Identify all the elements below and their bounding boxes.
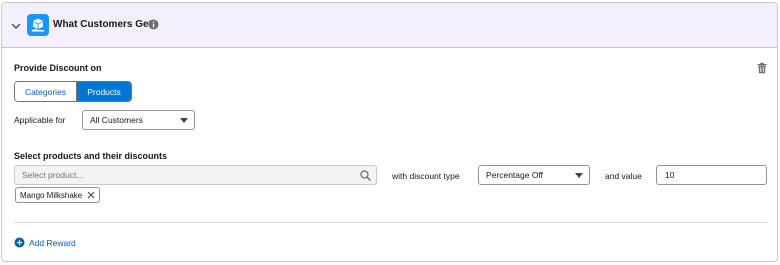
applicable-for-select[interactable]: All Customers xyxy=(82,110,195,130)
value-label: and value xyxy=(605,171,642,181)
select-products-title: Select products and their discounts xyxy=(14,151,168,161)
add-circle-icon xyxy=(14,237,25,248)
tab-products[interactable]: Products xyxy=(77,82,131,101)
search-icon[interactable] xyxy=(360,170,371,181)
product-box-icon xyxy=(27,14,49,36)
applicable-for-label: Applicable for xyxy=(14,115,66,125)
discount-type-value: Percentage Off xyxy=(486,170,544,180)
trash-icon[interactable] xyxy=(756,62,768,74)
product-search xyxy=(14,165,377,185)
discount-type-select[interactable]: Percentage Off xyxy=(478,165,590,185)
card-header: What Customers Get xyxy=(2,3,777,48)
chevron-down-icon[interactable] xyxy=(10,20,22,32)
selected-product-label: Mango Milkshake xyxy=(20,190,83,200)
applicable-for-value: All Customers xyxy=(90,115,143,125)
caret-down-icon xyxy=(180,118,188,123)
provide-discount-title: Provide Discount on xyxy=(14,63,102,73)
selected-product-pill: Mango Milkshake xyxy=(15,187,101,203)
divider xyxy=(14,222,767,223)
discount-value-input[interactable] xyxy=(656,165,767,185)
caret-down-icon xyxy=(575,173,583,178)
add-reward-label: Add Reward xyxy=(29,237,76,248)
tab-categories[interactable]: Categories xyxy=(15,82,77,101)
info-icon[interactable] xyxy=(148,19,159,30)
add-reward-button[interactable]: Add Reward xyxy=(14,237,76,248)
product-search-input[interactable] xyxy=(15,166,345,184)
what-customers-get-card: What Customers Get Provide Discount on C… xyxy=(1,2,778,262)
discount-target-toggle: Categories Products xyxy=(14,81,132,102)
close-icon[interactable] xyxy=(87,191,95,199)
discount-type-label: with discount type xyxy=(392,171,460,181)
card-title: What Customers Get xyxy=(53,19,152,30)
